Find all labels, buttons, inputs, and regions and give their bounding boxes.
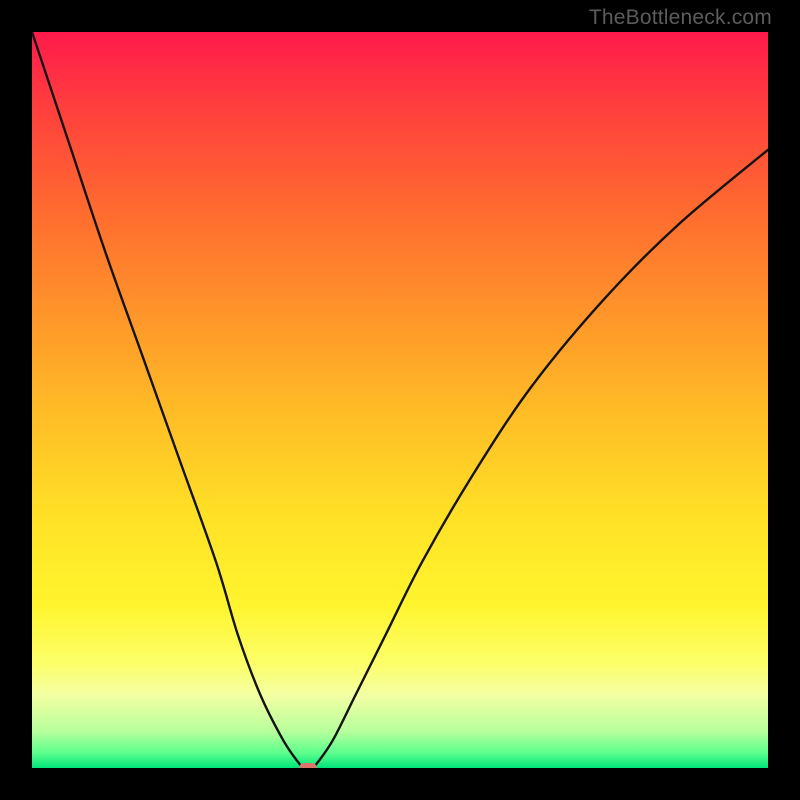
bottleneck-curve	[32, 32, 768, 768]
watermark-text: TheBottleneck.com	[589, 6, 772, 30]
minimum-marker	[299, 763, 317, 768]
plot-area	[32, 32, 768, 768]
curve-svg	[32, 32, 768, 768]
chart-frame: TheBottleneck.com	[0, 0, 800, 800]
